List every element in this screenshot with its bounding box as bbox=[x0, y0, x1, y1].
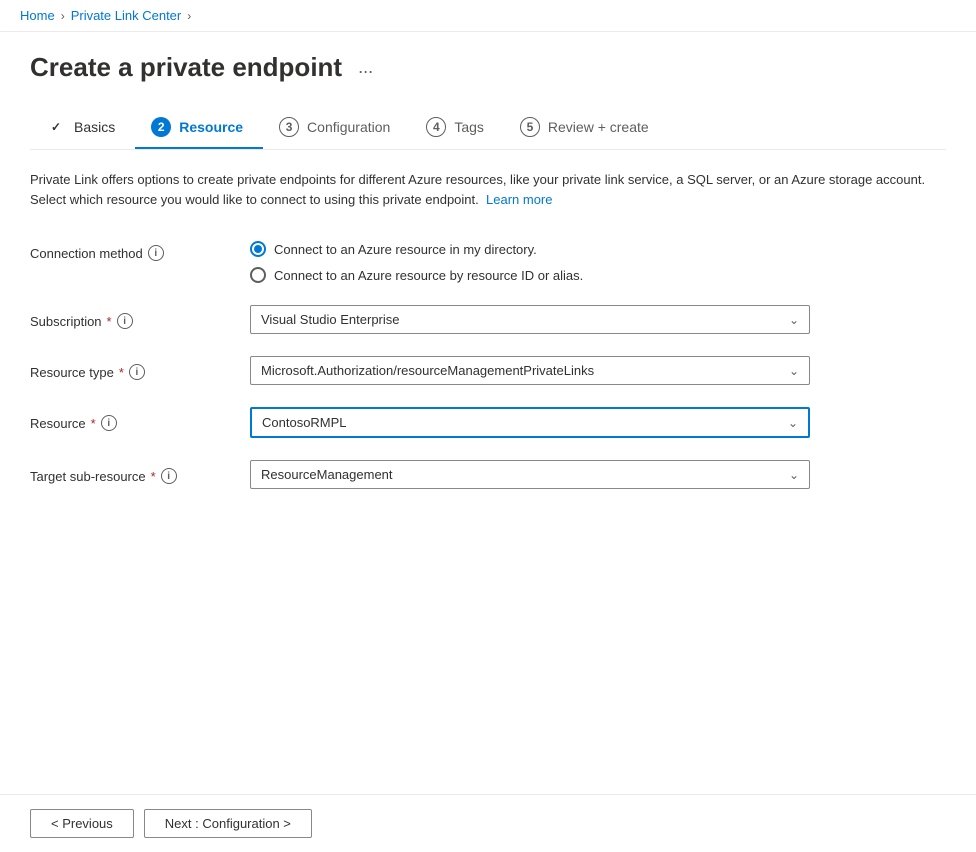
tab-badge-resource: 2 bbox=[151, 117, 171, 137]
radio-directory-label: Connect to an Azure resource in my direc… bbox=[274, 242, 537, 257]
breadcrumb-home[interactable]: Home bbox=[20, 8, 55, 23]
subscription-value: Visual Studio Enterprise bbox=[261, 312, 400, 327]
subscription-chevron-icon: ⌄ bbox=[789, 313, 799, 327]
subscription-dropdown[interactable]: Visual Studio Enterprise ⌄ bbox=[250, 305, 810, 334]
form-section: Connection method i Connect to an Azure … bbox=[30, 237, 946, 489]
next-button[interactable]: Next : Configuration > bbox=[144, 809, 312, 838]
radio-resource-id-label: Connect to an Azure resource by resource… bbox=[274, 268, 583, 283]
subscription-row: Subscription * i Visual Studio Enterpris… bbox=[30, 305, 946, 334]
radio-resource-id[interactable]: Connect to an Azure resource by resource… bbox=[250, 267, 946, 283]
tab-basics[interactable]: ✓ Basics bbox=[30, 107, 135, 149]
top-bar: Home › Private Link Center › bbox=[0, 0, 976, 32]
learn-more-link[interactable]: Learn more bbox=[486, 192, 552, 207]
resource-type-info-icon[interactable]: i bbox=[129, 364, 145, 380]
breadcrumb-private-link-center[interactable]: Private Link Center bbox=[71, 8, 182, 23]
resource-type-value: Microsoft.Authorization/resourceManageme… bbox=[261, 363, 594, 378]
target-sub-resource-label: Target sub-resource * i bbox=[30, 460, 250, 484]
tab-label-review: Review + create bbox=[548, 119, 649, 135]
tab-badge-configuration: 3 bbox=[279, 117, 299, 137]
connection-method-row: Connection method i Connect to an Azure … bbox=[30, 237, 946, 283]
connection-method-input: Connect to an Azure resource in my direc… bbox=[250, 237, 946, 283]
tab-label-configuration: Configuration bbox=[307, 119, 390, 135]
subscription-required: * bbox=[107, 314, 112, 329]
page-title-row: Create a private endpoint ... bbox=[30, 52, 946, 83]
connection-method-info-icon[interactable]: i bbox=[148, 245, 164, 261]
tab-tags[interactable]: 4 Tags bbox=[410, 107, 504, 149]
resource-label: Resource * i bbox=[30, 407, 250, 431]
connection-method-label: Connection method i bbox=[30, 237, 250, 261]
target-sub-resource-input-area: ResourceManagement ⌄ bbox=[250, 460, 946, 489]
subscription-label: Subscription * i bbox=[30, 305, 250, 329]
tab-configuration[interactable]: 3 Configuration bbox=[263, 107, 410, 149]
radio-directory-input[interactable] bbox=[250, 241, 266, 257]
breadcrumb: Home › Private Link Center › bbox=[20, 8, 191, 23]
wizard-tabs: ✓ Basics 2 Resource 3 Configuration 4 Ta… bbox=[30, 107, 946, 150]
radio-resource-id-input[interactable] bbox=[250, 267, 266, 283]
resource-dropdown[interactable]: ContosoRMPL ⌄ bbox=[250, 407, 810, 438]
ellipsis-button[interactable]: ... bbox=[352, 55, 379, 80]
target-sub-resource-info-icon[interactable]: i bbox=[161, 468, 177, 484]
target-sub-resource-value: ResourceManagement bbox=[261, 467, 393, 482]
radio-directory[interactable]: Connect to an Azure resource in my direc… bbox=[250, 241, 946, 257]
resource-type-label: Resource type * i bbox=[30, 356, 250, 380]
resource-info-icon[interactable]: i bbox=[101, 415, 117, 431]
tab-badge-review: 5 bbox=[520, 117, 540, 137]
tab-resource[interactable]: 2 Resource bbox=[135, 107, 263, 149]
tab-badge-basics: ✓ bbox=[46, 117, 66, 137]
resource-type-chevron-icon: ⌄ bbox=[789, 364, 799, 378]
previous-button[interactable]: < Previous bbox=[30, 809, 134, 838]
tab-label-basics: Basics bbox=[74, 119, 115, 135]
tab-badge-tags: 4 bbox=[426, 117, 446, 137]
resource-type-input-area: Microsoft.Authorization/resourceManageme… bbox=[250, 356, 946, 385]
connection-method-radio-group: Connect to an Azure resource in my direc… bbox=[250, 237, 946, 283]
target-sub-resource-required: * bbox=[151, 469, 156, 484]
resource-required: * bbox=[91, 416, 96, 431]
resource-row: Resource * i ContosoRMPL ⌄ bbox=[30, 407, 946, 438]
subscription-info-icon[interactable]: i bbox=[117, 313, 133, 329]
resource-type-row: Resource type * i Microsoft.Authorizatio… bbox=[30, 356, 946, 385]
breadcrumb-sep-1: › bbox=[61, 9, 65, 23]
bottom-bar: < Previous Next : Configuration > bbox=[0, 794, 976, 852]
resource-chevron-icon: ⌄ bbox=[788, 416, 798, 430]
page-title: Create a private endpoint bbox=[30, 52, 342, 83]
description-box: Private Link offers options to create pr… bbox=[30, 170, 930, 209]
tab-label-resource: Resource bbox=[179, 119, 243, 135]
target-sub-resource-dropdown[interactable]: ResourceManagement ⌄ bbox=[250, 460, 810, 489]
resource-type-dropdown[interactable]: Microsoft.Authorization/resourceManageme… bbox=[250, 356, 810, 385]
target-sub-resource-chevron-icon: ⌄ bbox=[789, 468, 799, 482]
tab-label-tags: Tags bbox=[454, 119, 484, 135]
subscription-input-area: Visual Studio Enterprise ⌄ bbox=[250, 305, 946, 334]
main-content: Create a private endpoint ... ✓ Basics 2… bbox=[0, 32, 976, 531]
tab-review[interactable]: 5 Review + create bbox=[504, 107, 669, 149]
resource-value: ContosoRMPL bbox=[262, 415, 347, 430]
description-text: Private Link offers options to create pr… bbox=[30, 172, 925, 207]
resource-input-area: ContosoRMPL ⌄ bbox=[250, 407, 946, 438]
resource-type-required: * bbox=[119, 365, 124, 380]
breadcrumb-sep-2: › bbox=[187, 9, 191, 23]
target-sub-resource-row: Target sub-resource * i ResourceManageme… bbox=[30, 460, 946, 489]
